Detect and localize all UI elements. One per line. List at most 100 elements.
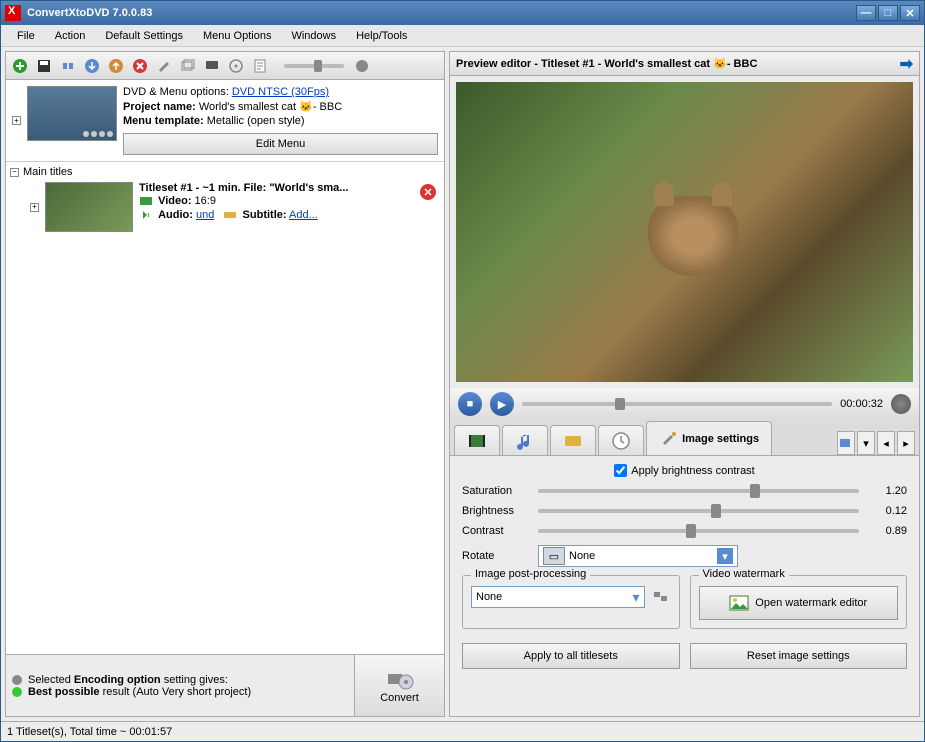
video-label: Video: — [158, 195, 191, 207]
saturation-label: Saturation — [462, 485, 530, 497]
rotate-icon: ▭ — [543, 547, 565, 565]
brush-icon — [659, 429, 679, 449]
open-watermark-button[interactable]: Open watermark editor — [699, 586, 899, 620]
contrast-value: 0.89 — [867, 525, 907, 537]
titleset-header: Titleset #1 - ~1 min. File: "World's sma… — [139, 182, 440, 194]
priority-slider[interactable] — [284, 64, 344, 68]
edit-menu-button[interactable]: Edit Menu — [123, 133, 438, 155]
brightness-slider[interactable] — [538, 509, 859, 513]
stop-button[interactable]: ■ — [458, 392, 482, 416]
titleset-thumbnail[interactable] — [45, 182, 133, 232]
saturation-row: Saturation 1.20 — [462, 485, 907, 497]
titlebar[interactable]: ConvertXtoDVD 7.0.0.83 — □ ✕ — [1, 1, 924, 25]
menu-options[interactable]: Menu Options — [193, 28, 281, 44]
move-down-button[interactable] — [82, 56, 102, 76]
time-display: 00:00:32 — [840, 398, 883, 410]
tab-audio[interactable] — [502, 425, 548, 455]
toolbar — [6, 52, 444, 80]
project-info: DVD & Menu options: DVD NTSC (30Fps) Pro… — [123, 86, 438, 155]
preview-area[interactable] — [456, 82, 913, 382]
merge-button[interactable] — [58, 56, 78, 76]
settings-icon[interactable] — [154, 56, 174, 76]
video-value: 16:9 — [195, 195, 216, 207]
move-up-button[interactable] — [106, 56, 126, 76]
close-button[interactable]: ✕ — [900, 5, 920, 21]
contrast-row: Contrast 0.89 — [462, 525, 907, 537]
apply-bc-row: Apply brightness contrast — [462, 464, 907, 477]
menu-help[interactable]: Help/Tools — [346, 28, 417, 44]
menu-thumbnail[interactable] — [27, 86, 117, 141]
expand-project[interactable]: + — [12, 116, 21, 125]
subtitle-link[interactable]: Add... — [289, 209, 318, 221]
saturation-slider[interactable] — [538, 489, 859, 493]
menu-template-label: Menu template: — [123, 115, 204, 127]
project-name-label: Project name: — [123, 101, 196, 113]
remove-button[interactable] — [130, 56, 150, 76]
main-titles-node[interactable]: − Main titles — [10, 166, 440, 178]
left-footer: Selected Encoding option setting gives: … — [6, 654, 444, 716]
image-icon — [729, 595, 749, 611]
tab-scroll-right[interactable]: ▸ — [897, 431, 915, 455]
apply-bc-checkbox[interactable] — [614, 464, 627, 477]
reset-button[interactable]: Reset image settings — [690, 643, 908, 669]
status-lights-icon — [12, 675, 22, 697]
delete-titleset-button[interactable]: ✕ — [420, 184, 436, 200]
watermark-group: Video watermark Open watermark editor — [690, 575, 908, 629]
content-area: + DVD & Menu options: DVD NTSC (30Fps) P… — [1, 47, 924, 721]
audio-link[interactable]: und — [196, 209, 214, 221]
dvd-options-label: DVD & Menu options: — [123, 86, 229, 98]
preview-next-icon[interactable]: ➡ — [900, 54, 913, 74]
tab-scroll-left[interactable]: ◂ — [877, 431, 895, 455]
watermark-button-label: Open watermark editor — [755, 597, 867, 609]
seek-slider[interactable] — [522, 402, 832, 406]
batch-icon[interactable] — [178, 56, 198, 76]
convert-icon — [386, 668, 414, 692]
post-processing-settings-button[interactable] — [651, 587, 671, 607]
rotate-combo[interactable]: ▭ None ▾ — [538, 545, 738, 567]
convert-button[interactable]: Convert — [354, 655, 444, 716]
minimize-button[interactable]: — — [856, 5, 876, 21]
burn-icon[interactable] — [352, 56, 372, 76]
volume-icon[interactable] — [891, 394, 911, 414]
apply-all-button[interactable]: Apply to all titlesets — [462, 643, 680, 669]
save-button[interactable] — [34, 56, 54, 76]
tab-subtitle[interactable] — [550, 425, 596, 455]
titleset-item[interactable]: + Titleset #1 - ~1 min. File: "World's s… — [30, 182, 440, 232]
expand-titleset[interactable]: + — [30, 203, 39, 212]
tab-video[interactable] — [454, 425, 500, 455]
dvd-options-link[interactable]: DVD NTSC (30Fps) — [232, 86, 329, 98]
project-name-value: World's smallest cat 🐱- BBC — [199, 101, 342, 113]
groups-row: Image post-processing None ▾ Video water… — [462, 575, 907, 629]
encoding-status: Selected Encoding option setting gives: … — [6, 655, 354, 716]
rotate-row: Rotate ▭ None ▾ — [462, 545, 907, 567]
menu-default-settings[interactable]: Default Settings — [95, 28, 193, 44]
disc-icon[interactable] — [226, 56, 246, 76]
log-icon[interactable] — [250, 56, 270, 76]
menu-file[interactable]: File — [7, 28, 45, 44]
tab-dropdown[interactable]: ▾ — [857, 431, 875, 455]
contrast-slider[interactable] — [538, 529, 859, 533]
collapse-main-titles[interactable]: − — [10, 168, 19, 177]
tab-scroll: ▾ ◂ ▸ — [837, 431, 915, 455]
preview-image — [456, 82, 913, 382]
audio-icon — [139, 208, 153, 222]
tab-image-settings[interactable]: Image settings — [646, 421, 772, 455]
tab-chapters[interactable] — [598, 425, 644, 455]
menu-windows[interactable]: Windows — [281, 28, 346, 44]
app-logo-icon — [5, 5, 21, 21]
video-icon — [139, 194, 153, 208]
post-processing-legend: Image post-processing — [471, 568, 590, 580]
right-panel: Preview editor - Titleset #1 - World's s… — [449, 51, 920, 717]
tab-output[interactable] — [837, 431, 855, 455]
left-panel: + DVD & Menu options: DVD NTSC (30Fps) P… — [5, 51, 445, 717]
menu-action[interactable]: Action — [45, 28, 96, 44]
add-button[interactable] — [10, 56, 30, 76]
watermark-legend: Video watermark — [699, 568, 789, 580]
display-icon[interactable] — [202, 56, 222, 76]
play-button[interactable]: ▶ — [490, 392, 514, 416]
maximize-button[interactable]: □ — [878, 5, 898, 21]
post-processing-combo[interactable]: None ▾ — [471, 586, 645, 608]
rotate-value: None — [569, 550, 595, 562]
brightness-row: Brightness 0.12 — [462, 505, 907, 517]
tab-image-settings-label: Image settings — [682, 433, 759, 445]
